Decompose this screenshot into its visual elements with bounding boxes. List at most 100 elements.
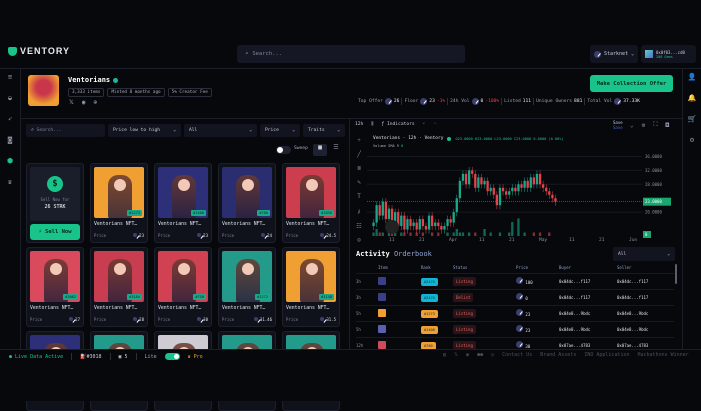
gem-icon[interactable]: ⬢ bbox=[7, 157, 13, 165]
candle bbox=[415, 222, 418, 230]
nft-card[interactable]: #3184 Ventorians NFT… Price 28 bbox=[90, 247, 148, 327]
volume-label: Volume SMA 9 bbox=[373, 144, 399, 148]
chevron-down-icon[interactable]: ⌄ bbox=[630, 122, 634, 129]
orderbook-tab[interactable]: Orderbook bbox=[394, 250, 432, 258]
indicators-button[interactable]: ƒ Indicators bbox=[381, 122, 414, 127]
emoji-icon[interactable]: ☺ bbox=[357, 237, 361, 244]
user-icon[interactable]: 👤 bbox=[688, 73, 697, 81]
item-thumbnail bbox=[378, 292, 386, 301]
discord-icon[interactable]: ◉ bbox=[466, 352, 469, 358]
rank-badge: #1148 bbox=[319, 294, 334, 300]
nft-card[interactable]: #758 Ventorians NFT… Price 30 bbox=[154, 247, 212, 327]
candle-type-icon[interactable]: ⫼ bbox=[371, 121, 373, 127]
logo[interactable]: VENTORY bbox=[8, 46, 70, 56]
network-selector[interactable]: Starknet ⌄ bbox=[590, 45, 638, 63]
cart-icon[interactable]: 🛒 bbox=[688, 115, 697, 123]
nft-card[interactable]: #1272 Ventorians NFT… Price 31.46 bbox=[218, 247, 276, 327]
sweep-toggle[interactable] bbox=[276, 146, 291, 154]
x-tick-label: Apr bbox=[449, 237, 457, 243]
undo-icon[interactable]: ↶ bbox=[423, 122, 426, 127]
docs-icon[interactable]: ▥ bbox=[443, 352, 446, 358]
hlines-icon[interactable]: ≣ bbox=[357, 165, 361, 172]
hackathons-link[interactable]: Hackathons Winner bbox=[638, 352, 689, 358]
globe-icon[interactable]: ⊕ bbox=[93, 99, 97, 106]
bell-icon[interactable]: 🔔 bbox=[688, 94, 697, 102]
wallet-avatar bbox=[645, 50, 653, 58]
buyer-address: 0x04e8...9bdc bbox=[559, 320, 617, 337]
redo-icon[interactable]: ↷ bbox=[433, 122, 436, 127]
global-search-input[interactable]: ⌕ Search... bbox=[237, 45, 465, 63]
ruler-icon[interactable]: ☷ bbox=[356, 223, 361, 230]
activity-tab[interactable]: Activity bbox=[356, 250, 390, 258]
volume-bar bbox=[517, 218, 520, 236]
trophy-icon[interactable]: ♛ bbox=[8, 178, 12, 186]
nft-card[interactable]: #2062 Ventorians NFT… Price 27 bbox=[26, 247, 84, 327]
interval-button[interactable]: 12h bbox=[355, 122, 363, 127]
gamepad-icon[interactable]: ◙ bbox=[8, 136, 12, 144]
traits-filter[interactable]: Traits ⌄ bbox=[303, 124, 345, 137]
medium-icon[interactable]: ●● bbox=[477, 352, 483, 358]
item-search-input[interactable]: ⌕ Search... bbox=[26, 124, 105, 137]
brush-icon[interactable]: ✎ bbox=[357, 179, 361, 186]
nft-card[interactable]: #1148 Ventorians NFT… Price 31.5 bbox=[282, 247, 340, 327]
sell-now-button[interactable]: ⚡ Sell Now bbox=[30, 224, 80, 240]
nft-card[interactable]: #1836 Ventorians NFT… Price 24.5 bbox=[282, 163, 340, 243]
discord-icon[interactable]: ◉ bbox=[82, 99, 86, 106]
activity-row[interactable]: 3h #2470 Delist 0 0x04dc...f117 0x04dc...f11… bbox=[356, 288, 674, 305]
lite-pro-toggle[interactable] bbox=[164, 353, 180, 360]
x-icon[interactable]: 𝕏 bbox=[454, 352, 458, 358]
activity-row[interactable]: 3h #2470 Listing 100 0x04dc...f117 0x04dc...… bbox=[356, 272, 674, 289]
items-badge: 3,333 items bbox=[68, 88, 105, 97]
activity-row[interactable]: 5h #1408 Listing 23 0x04e8...9bdc 0x04e8...9… bbox=[356, 320, 674, 337]
make-collection-offer-button[interactable]: Make Collection Offer bbox=[590, 75, 673, 92]
fullscreen-icon[interactable]: ⛶ bbox=[653, 121, 657, 129]
telegram-icon[interactable]: ◎ bbox=[491, 352, 494, 358]
sort-select[interactable]: Price low to high ⌄ bbox=[108, 124, 181, 137]
menu-icon[interactable]: ≡ bbox=[8, 73, 12, 81]
rank-badge: #2062 bbox=[63, 294, 78, 300]
list-view-button[interactable]: ☰ bbox=[329, 144, 343, 156]
status-badge: Listing bbox=[453, 324, 476, 334]
volume-bar bbox=[400, 232, 403, 236]
save-button[interactable]: Save Save bbox=[613, 120, 623, 130]
grid-view-button[interactable]: ▦ bbox=[313, 144, 327, 156]
category-select[interactable]: All ⌄ bbox=[184, 124, 257, 137]
nft-price: 28 bbox=[132, 317, 144, 322]
panel-divider bbox=[349, 119, 350, 350]
candle bbox=[514, 187, 517, 192]
contact-link[interactable]: Contact Us bbox=[502, 352, 532, 358]
price-filter[interactable]: Price ⌄ bbox=[260, 124, 300, 137]
ino-link[interactable]: INO Application bbox=[584, 352, 629, 358]
nft-card[interactable]: #1273 Ventorians NFT… Price 23 bbox=[90, 163, 148, 243]
candle bbox=[409, 219, 412, 227]
gas-readout: ⛽#3018 bbox=[80, 353, 102, 360]
candle bbox=[532, 177, 536, 185]
seller-address: 0x04dc...f117 bbox=[617, 288, 674, 305]
text-icon[interactable]: T bbox=[357, 193, 361, 200]
ufo-icon[interactable]: ◒ bbox=[8, 94, 12, 102]
rocket-icon[interactable]: ➶ bbox=[8, 115, 12, 123]
x-icon[interactable]: 𝕏 bbox=[69, 99, 74, 106]
camera-icon[interactable]: ◘ bbox=[665, 122, 669, 129]
price-chart[interactable]: 36.000032.000028.000020.000023.0000011 21… bbox=[367, 133, 682, 243]
settings-icon[interactable]: ⚙ bbox=[690, 136, 694, 144]
table-scrollbar[interactable] bbox=[675, 264, 677, 284]
candle bbox=[384, 201, 388, 220]
trendline-icon[interactable]: ╱ bbox=[357, 151, 361, 158]
activity-row[interactable]: 5h #1273 Listing 23 0x04e8...9bdc 0x04e8...9… bbox=[356, 304, 674, 321]
search-icon: ⌕ bbox=[245, 51, 249, 57]
activity-filter-select[interactable]: All ⌄ bbox=[613, 247, 675, 261]
nft-card[interactable]: #780 Ventorians NFT… Price 24 bbox=[218, 163, 276, 243]
footer-links: ▥ 𝕏 ◉ ●● ◎ Contact Us Brand Assets INO Applica… bbox=[443, 352, 689, 358]
settings-icon[interactable]: ⚙ bbox=[642, 122, 646, 129]
candle bbox=[400, 215, 403, 227]
pattern-icon[interactable]: ﾒ bbox=[357, 207, 360, 216]
rank-badge: #1272 bbox=[255, 294, 270, 300]
y-tick-label: 20.0000 bbox=[645, 210, 662, 215]
crosshair-icon[interactable]: + bbox=[357, 137, 361, 144]
nft-card[interactable]: #1408 Ventorians NFT… Price 23 bbox=[154, 163, 212, 243]
nft-price: 23 bbox=[132, 233, 144, 238]
brand-assets-link[interactable]: Brand Assets bbox=[540, 352, 576, 358]
nft-image: #3184 bbox=[94, 251, 144, 302]
wallet-button[interactable]: 0x0f03...cd0 208 Gems bbox=[641, 45, 696, 63]
